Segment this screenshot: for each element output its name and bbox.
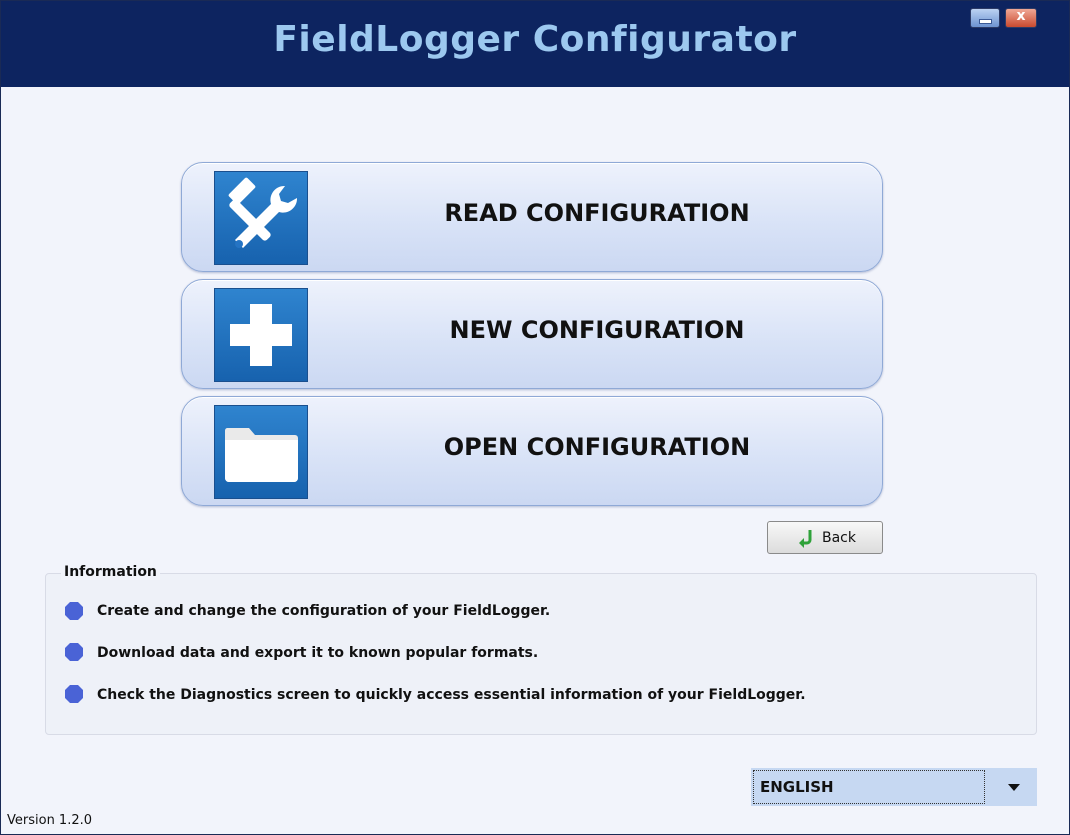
info-item: Check the Diagnostics screen to quickly …	[97, 687, 806, 703]
new-configuration-button[interactable]: NEW CONFIGURATION	[181, 279, 883, 389]
bullet-icon	[64, 642, 84, 662]
tools-icon	[214, 171, 308, 265]
title-bar: FieldLogger Configurator x	[1, 1, 1069, 87]
open-configuration-button[interactable]: OPEN CONFIGURATION	[181, 396, 883, 506]
language-value: ENGLISH	[753, 770, 985, 804]
chevron-down-icon[interactable]	[989, 768, 1037, 806]
new-configuration-label: NEW CONFIGURATION	[449, 316, 745, 344]
minimize-button[interactable]	[970, 8, 1000, 28]
open-configuration-label: OPEN CONFIGURATION	[443, 433, 751, 461]
info-item: Download data and export it to known pop…	[97, 645, 539, 661]
bullet-icon	[64, 601, 84, 621]
info-item: Create and change the configuration of y…	[97, 603, 551, 619]
read-configuration-label: READ CONFIGURATION	[444, 199, 750, 227]
close-button[interactable]: x	[1005, 8, 1037, 28]
plus-icon	[214, 288, 308, 382]
close-icon: x	[1016, 8, 1026, 24]
app-window: FieldLogger Configurator x READ CONFIGUR…	[0, 0, 1070, 835]
read-configuration-button[interactable]: READ CONFIGURATION	[181, 162, 883, 272]
back-arrow-icon	[796, 528, 816, 552]
back-label: Back	[822, 530, 856, 546]
window-title: FieldLogger Configurator	[273, 19, 797, 60]
folder-icon	[214, 405, 308, 499]
information-title: Information	[61, 564, 160, 580]
version-label: Version 1.2.0	[7, 813, 93, 828]
bullet-icon	[64, 684, 84, 704]
language-select[interactable]: ENGLISH	[751, 768, 1037, 806]
back-button[interactable]: Back	[767, 521, 883, 554]
